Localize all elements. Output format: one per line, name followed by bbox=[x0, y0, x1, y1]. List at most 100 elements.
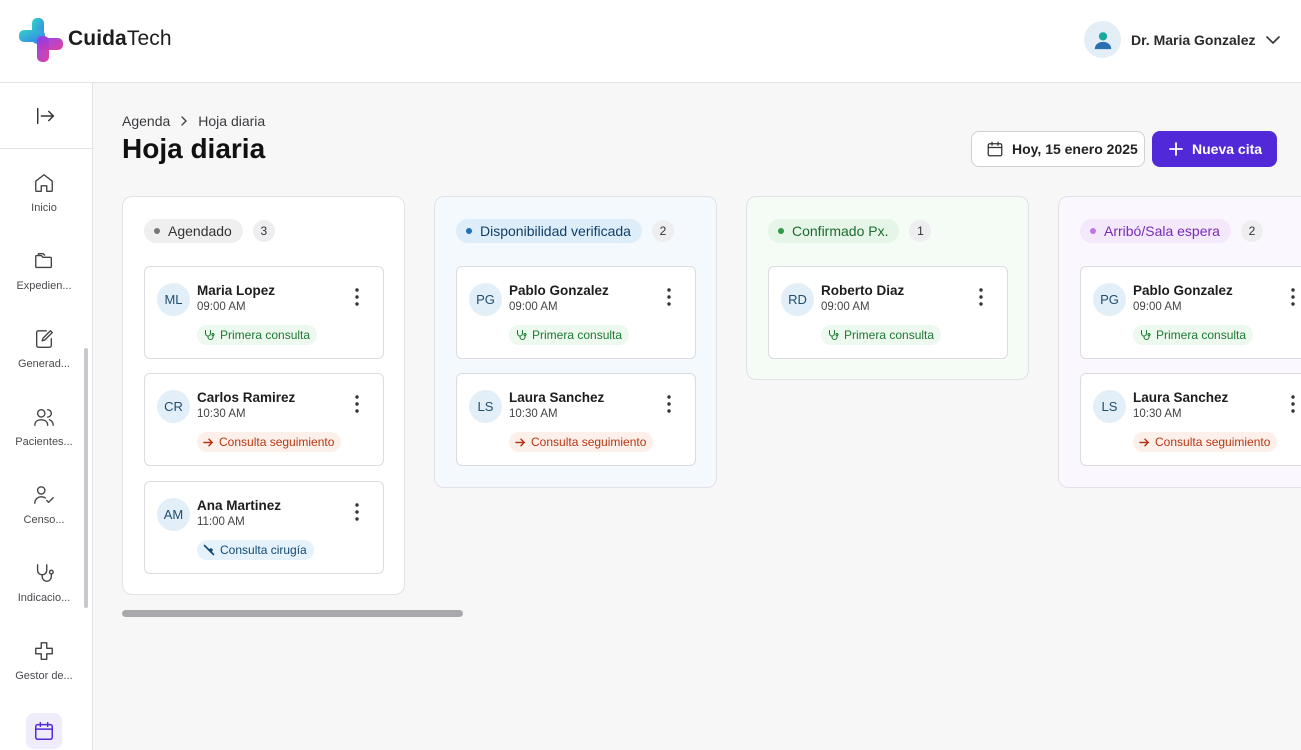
sidebar-item-inicio[interactable]: Inicio bbox=[0, 172, 88, 242]
breadcrumb-current: Hoja diaria bbox=[198, 113, 266, 129]
column-count: 1 bbox=[909, 220, 932, 242]
appointment-card[interactable]: LS Laura Sanchez 10:30 AM Consulta segui… bbox=[1080, 373, 1301, 466]
patient-avatar: AM bbox=[157, 498, 190, 531]
more-options-icon[interactable] bbox=[1287, 287, 1299, 307]
patient-avatar: PG bbox=[1093, 283, 1126, 316]
status-pill: Confirmado Px. bbox=[768, 219, 900, 243]
column-header: Agendado 3 bbox=[144, 219, 275, 243]
appointment-time: 09:00 AM bbox=[1133, 301, 1182, 313]
column-arribo-sala-espera: Arribó/Sala espera 2 PG Pablo Gonzalez 0… bbox=[1058, 196, 1301, 488]
arrow-right-icon bbox=[515, 438, 526, 446]
appointment-card[interactable]: ML Maria Lopez 09:00 AM Primera consulta bbox=[144, 266, 384, 359]
status-label: Confirmado Px. bbox=[792, 223, 889, 239]
status-label: Arribó/Sala espera bbox=[1104, 223, 1220, 239]
patient-name: Roberto Diaz bbox=[821, 283, 905, 298]
board-horizontal-scrollbar[interactable] bbox=[122, 610, 463, 617]
cuidatech-logo[interactable] bbox=[19, 18, 63, 62]
appointment-card[interactable]: CR Carlos Ramirez 10:30 AM Consulta segu… bbox=[144, 373, 384, 466]
new-appointment-button[interactable]: Nueva cita bbox=[1152, 131, 1277, 167]
folder-icon bbox=[35, 252, 53, 269]
more-options-icon[interactable] bbox=[1287, 394, 1299, 414]
new-appointment-label: Nueva cita bbox=[1192, 141, 1263, 157]
appointment-time: 09:00 AM bbox=[509, 301, 558, 313]
column-count: 2 bbox=[651, 220, 674, 242]
sidebar-item-label: Pacientes... bbox=[15, 436, 73, 448]
calendar-icon bbox=[987, 141, 1003, 157]
status-pill: Arribó/Sala espera bbox=[1080, 219, 1231, 243]
patient-avatar: CR bbox=[157, 390, 190, 423]
user-avatar[interactable] bbox=[1084, 21, 1121, 58]
status-pill: Agendado bbox=[144, 219, 243, 243]
appointment-type-tag: Primera consulta bbox=[509, 325, 630, 345]
expand-sidebar-icon bbox=[37, 107, 55, 124]
scalpel-icon bbox=[203, 544, 215, 556]
stethoscope-icon bbox=[36, 564, 54, 582]
status-label: Agendado bbox=[168, 223, 232, 239]
patient-name: Laura Sanchez bbox=[509, 390, 605, 405]
stethoscope-icon bbox=[1140, 329, 1151, 341]
more-options-icon[interactable] bbox=[663, 287, 675, 307]
sidebar-scrollbar[interactable] bbox=[84, 348, 88, 608]
brand-name: CuidaTech bbox=[68, 27, 172, 50]
appointment-time: 09:00 AM bbox=[197, 301, 246, 313]
more-options-icon[interactable] bbox=[975, 287, 987, 307]
appointment-card[interactable]: LS Laura Sanchez 10:30 AM Consulta segui… bbox=[456, 373, 696, 466]
patient-avatar: RD bbox=[781, 283, 814, 316]
appointment-time: 10:30 AM bbox=[197, 408, 246, 420]
sidebar-collapse-button[interactable] bbox=[0, 83, 92, 149]
sidebar-item-label: Inicio bbox=[31, 202, 57, 214]
patient-avatar: LS bbox=[469, 390, 502, 423]
stethoscope-icon bbox=[204, 329, 215, 341]
sidebar-item-agenda[interactable] bbox=[0, 713, 88, 750]
more-options-icon[interactable] bbox=[663, 394, 675, 414]
appointment-type-tag: Primera consulta bbox=[1133, 325, 1254, 345]
user-name[interactable]: Dr. Maria Gonzalez bbox=[1131, 32, 1255, 48]
column-count: 3 bbox=[252, 220, 275, 242]
sidebar: Inicio Expedien... Generad... Pacientes.… bbox=[0, 83, 93, 750]
user-check-icon bbox=[34, 486, 54, 504]
appointment-time: 10:30 AM bbox=[509, 408, 558, 420]
page-title: Hoja diaria bbox=[122, 133, 266, 164]
more-options-icon[interactable] bbox=[351, 394, 363, 414]
appointment-time: 11:00 AM bbox=[197, 516, 245, 528]
breadcrumb: Agenda Hoja diaria bbox=[122, 113, 265, 129]
sidebar-item-censo[interactable]: Censo... bbox=[0, 484, 88, 554]
chevron-down-icon[interactable] bbox=[1265, 32, 1281, 48]
status-dot bbox=[1090, 228, 1096, 234]
column-header: Disponibilidad verificada 2 bbox=[456, 219, 674, 243]
sidebar-item-gestor[interactable]: Gestor de... bbox=[0, 640, 88, 710]
users-icon bbox=[34, 408, 54, 426]
plus-icon bbox=[1169, 142, 1183, 156]
patient-avatar: LS bbox=[1093, 390, 1126, 423]
appointment-card[interactable]: PG Pablo Gonzalez 09:00 AM Primera consu… bbox=[456, 266, 696, 359]
patient-avatar: ML bbox=[157, 283, 190, 316]
home-icon bbox=[35, 174, 53, 192]
sidebar-item-label: Indicacio... bbox=[17, 592, 71, 604]
patient-name: Laura Sanchez bbox=[1133, 390, 1229, 405]
arrow-right-icon bbox=[1139, 438, 1150, 446]
sidebar-item-pacientes[interactable]: Pacientes... bbox=[0, 406, 88, 476]
chevron-right-icon bbox=[181, 116, 188, 126]
more-options-icon[interactable] bbox=[351, 502, 363, 522]
top-header: CuidaTech Dr. Maria Gonzalez bbox=[0, 0, 1301, 83]
appointment-card[interactable]: PG Pablo Gonzalez 09:00 AM Primera consu… bbox=[1080, 266, 1301, 359]
status-label: Disponibilidad verificada bbox=[480, 223, 631, 239]
sidebar-item-generador[interactable]: Generad... bbox=[0, 328, 88, 398]
more-options-icon[interactable] bbox=[351, 287, 363, 307]
date-label: Hoy, 15 enero 2025 bbox=[1012, 141, 1138, 157]
sidebar-item-expediente[interactable]: Expedien... bbox=[0, 250, 88, 320]
appointment-card[interactable]: AM Ana Martinez 11:00 AM Consulta cirugí… bbox=[144, 481, 384, 574]
column-disponibilidad-verificada: Disponibilidad verificada 2 PG Pablo Gon… bbox=[434, 196, 717, 488]
appointment-type-tag: Primera consulta bbox=[197, 325, 318, 345]
sidebar-item-indicaciones[interactable]: Indicacio... bbox=[0, 562, 88, 632]
appointment-time: 09:00 AM bbox=[821, 301, 870, 313]
breadcrumb-agenda[interactable]: Agenda bbox=[122, 113, 170, 129]
patient-avatar: PG bbox=[469, 283, 502, 316]
patient-name: Carlos Ramirez bbox=[197, 390, 296, 405]
sidebar-item-label: Generad... bbox=[18, 358, 70, 370]
patient-name: Maria Lopez bbox=[197, 283, 276, 298]
date-picker-button[interactable]: Hoy, 15 enero 2025 bbox=[971, 131, 1145, 167]
appointment-card[interactable]: RD Roberto Diaz 09:00 AM Primera consult… bbox=[768, 266, 1008, 359]
patient-name: Pablo Gonzalez bbox=[1133, 283, 1233, 298]
active-indicator bbox=[26, 713, 62, 749]
